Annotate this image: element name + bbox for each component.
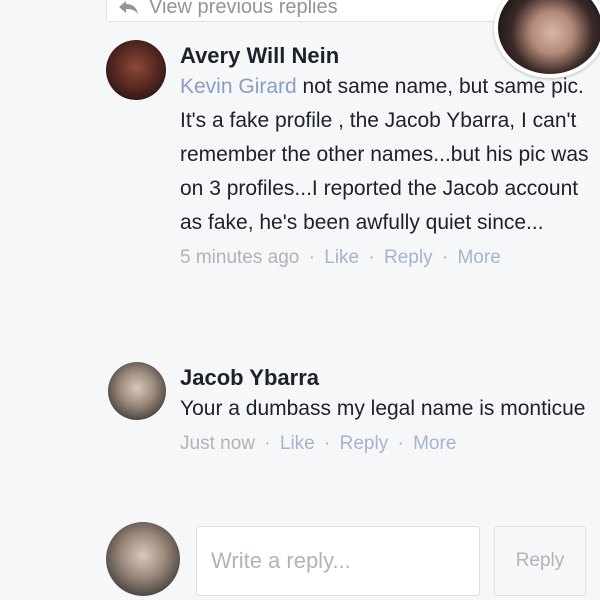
separator: · xyxy=(397,433,404,454)
comment-meta: Just now · Like · Reply · More xyxy=(180,430,590,458)
comment-text: Kevin Girard not same name, but same pic… xyxy=(180,70,590,240)
comment-time: 5 minutes ago xyxy=(180,247,300,268)
comment-body: not same name, but same pic. It's a fake… xyxy=(180,75,589,234)
comment-meta: 5 minutes ago · Like · Reply · More xyxy=(180,244,590,272)
comment-author[interactable]: Jacob Ybarra xyxy=(180,364,590,392)
reply-button[interactable]: Reply xyxy=(340,433,389,454)
reply-input[interactable] xyxy=(196,526,480,596)
separator: · xyxy=(264,433,271,454)
like-button[interactable]: Like xyxy=(324,247,359,268)
separator: · xyxy=(324,433,331,454)
comment-author[interactable]: Avery Will Nein xyxy=(180,42,590,70)
reply-button[interactable]: Reply xyxy=(384,247,433,268)
view-previous-replies-label: View previous replies xyxy=(149,0,338,18)
comment: Jacob Ybarra Your a dumbass my legal nam… xyxy=(180,364,590,458)
more-button[interactable]: More xyxy=(413,433,456,454)
mention-link[interactable]: Kevin Girard xyxy=(180,75,297,98)
avatar[interactable] xyxy=(108,362,166,420)
separator: · xyxy=(441,247,449,268)
view-previous-replies-link[interactable]: View previous replies xyxy=(106,0,526,22)
more-button[interactable]: More xyxy=(457,247,500,268)
comment: Avery Will Nein Kevin Girard not same na… xyxy=(180,42,590,272)
avatar[interactable] xyxy=(106,40,166,100)
comment-body: Your a dumbass my legal name is monticue xyxy=(180,397,586,420)
reply-arrow-icon xyxy=(117,0,139,15)
like-button[interactable]: Like xyxy=(280,433,315,454)
separator: · xyxy=(308,247,315,268)
comment-time: Just now xyxy=(180,433,255,454)
current-user-avatar xyxy=(106,522,180,596)
reply-submit-button[interactable]: Reply xyxy=(494,526,586,596)
separator: · xyxy=(368,247,375,268)
